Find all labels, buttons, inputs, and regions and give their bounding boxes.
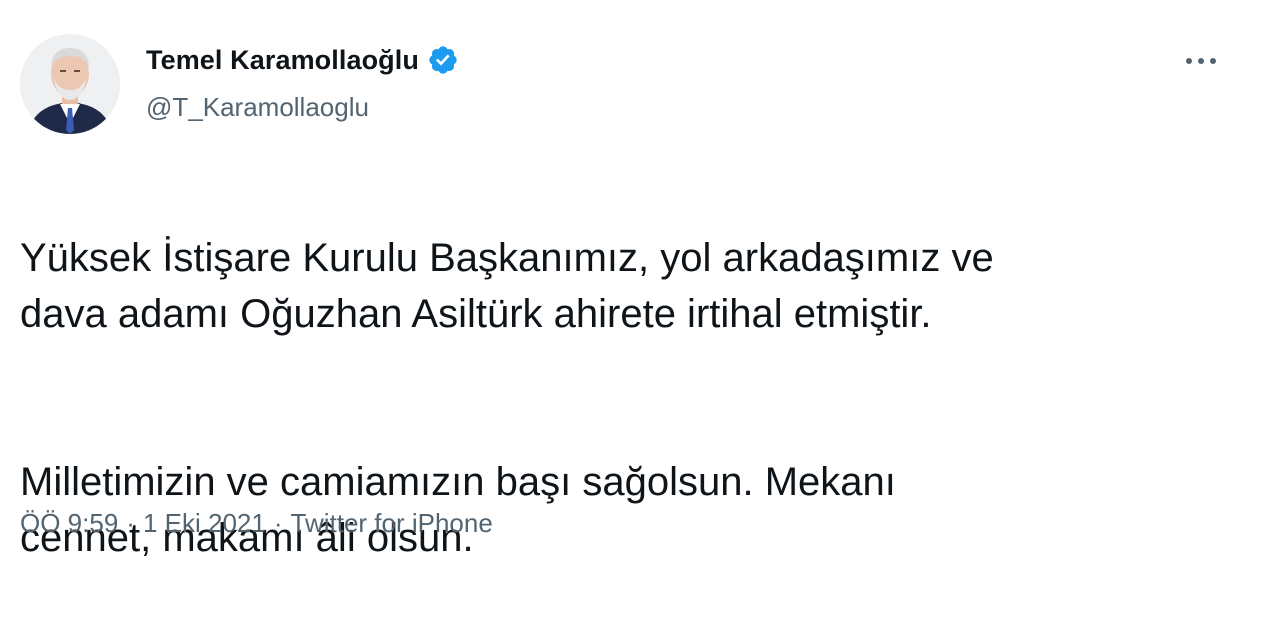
display-name[interactable]: Temel Karamollaoğlu — [146, 45, 419, 76]
tweet-time[interactable]: ÖÖ 9:59 — [20, 508, 118, 539]
tweet-card: Temel Karamollaoğlu @T_Karamollaoglu Yük… — [0, 0, 1266, 578]
tweet-meta: ÖÖ 9:59 · 1 Eki 2021 · Twitter for iPhon… — [20, 508, 493, 539]
tweet-paragraph-1: Yüksek İstişare Kurulu Başkanımız, yol a… — [20, 236, 994, 336]
meta-separator: · — [126, 508, 135, 538]
verified-badge-icon — [427, 44, 459, 76]
name-row: Temel Karamollaoğlu — [146, 44, 459, 76]
tweet-source[interactable]: Twitter for iPhone — [291, 508, 493, 539]
avatar[interactable] — [20, 34, 120, 134]
user-handle[interactable]: @T_Karamollaoglu — [146, 92, 369, 123]
more-horizontal-icon — [1186, 58, 1216, 64]
tweet-date[interactable]: 1 Eki 2021 — [143, 508, 266, 539]
more-options-button[interactable] — [1180, 48, 1222, 74]
meta-separator: · — [273, 508, 283, 538]
avatar-image — [20, 34, 120, 134]
tweet-text: Yüksek İstişare Kurulu Başkanımız, yol a… — [20, 174, 1240, 622]
